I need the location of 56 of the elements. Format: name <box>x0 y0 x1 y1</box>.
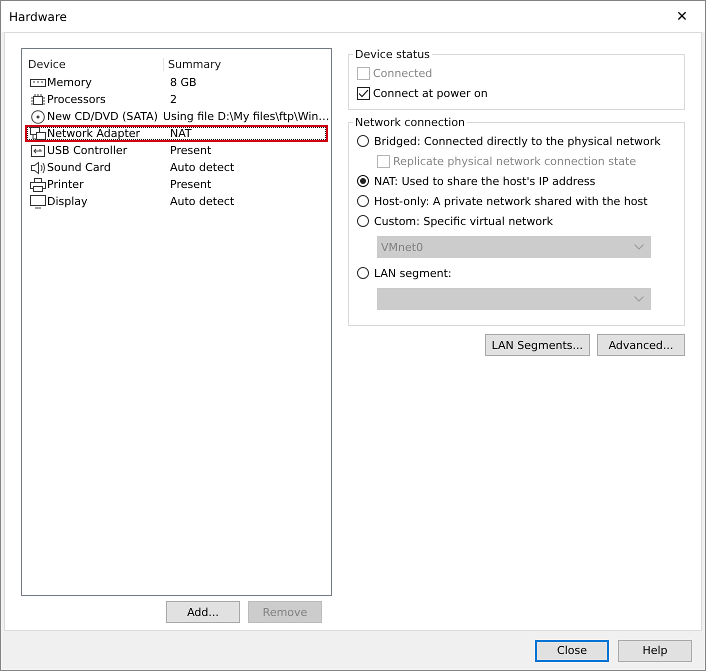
radio-icon[interactable] <box>357 135 369 147</box>
printer-icon <box>30 178 46 192</box>
device-row[interactable]: USB Controller Present <box>25 142 328 159</box>
checkmark-icon <box>358 88 369 98</box>
usb-icon <box>30 144 46 158</box>
window-title: Hardware <box>9 10 67 24</box>
device-summary: Using file D:\My files\ftp\Win… <box>162 110 330 123</box>
chevron-down-icon <box>634 244 644 250</box>
lan-segments-button[interactable]: LAN Segments... <box>484 334 590 356</box>
radio-option[interactable]: LAN segment: <box>357 263 676 283</box>
column-header[interactable]: Device <box>25 58 163 70</box>
device-row[interactable]: Processors 2 <box>25 91 328 108</box>
radio-icon[interactable] <box>357 215 369 227</box>
device-summary: Auto detect <box>169 161 236 174</box>
column-header[interactable]: Summary <box>163 58 328 70</box>
device-row[interactable]: Display Auto detect <box>25 193 328 210</box>
device-summary: 8 GB <box>169 76 198 89</box>
speaker-icon <box>30 160 46 174</box>
chevron-down-icon <box>634 296 644 302</box>
disc-icon <box>30 110 46 124</box>
help-button[interactable]: Help <box>618 640 692 662</box>
radio-icon[interactable] <box>357 267 369 279</box>
close-button[interactable]: ✕ <box>659 1 705 32</box>
device-name: Memory <box>47 76 92 89</box>
radio-icon[interactable] <box>357 195 369 207</box>
radio-option[interactable]: Custom: Specific virtual network <box>357 211 676 231</box>
device-summary: Auto detect <box>169 195 236 208</box>
radio-option[interactable]: NAT: Used to share the host's IP address <box>357 171 676 191</box>
device-name: Network Adapter <box>47 127 140 140</box>
device-name: Sound Card <box>47 161 111 174</box>
device-row[interactable]: Sound Card Auto detect <box>25 159 328 176</box>
device-row[interactable]: Memory 8 GB <box>25 74 328 91</box>
monitor-icon <box>30 194 46 208</box>
radio-option[interactable]: Bridged: Connected directly to the physical network <box>357 131 676 151</box>
device-name: Display <box>47 195 88 208</box>
device-summary: Present <box>169 144 212 157</box>
device-name: New CD/DVD (SATA) <box>47 110 158 123</box>
checkbox-option[interactable]: Connect at power on <box>357 83 676 103</box>
device-name: Printer <box>47 178 84 191</box>
device-name: Processors <box>47 93 106 106</box>
device-summary: NAT <box>169 127 193 140</box>
device-row[interactable]: Printer Present <box>25 176 328 193</box>
device-summary: 2 <box>169 93 178 106</box>
device-row[interactable]: Network Adapter NAT <box>25 125 328 142</box>
group-title: Device status <box>354 48 431 61</box>
radio-option[interactable]: Host-only: A private network shared with the host <box>357 191 676 211</box>
radio-icon[interactable] <box>357 175 369 187</box>
group-title: Network connection <box>354 116 466 129</box>
add-button[interactable]: Add... <box>166 601 240 623</box>
network-icon <box>30 126 46 140</box>
advanced-button[interactable]: Advanced... <box>597 334 685 356</box>
close-dialog-button[interactable]: Close <box>535 640 609 662</box>
chip-icon <box>30 92 46 106</box>
device-row[interactable]: New CD/DVD (SATA) Using file D:\My files\ftp\Win… <box>25 108 328 125</box>
device-summary: Present <box>169 178 212 191</box>
device-name: USB Controller <box>47 144 128 157</box>
